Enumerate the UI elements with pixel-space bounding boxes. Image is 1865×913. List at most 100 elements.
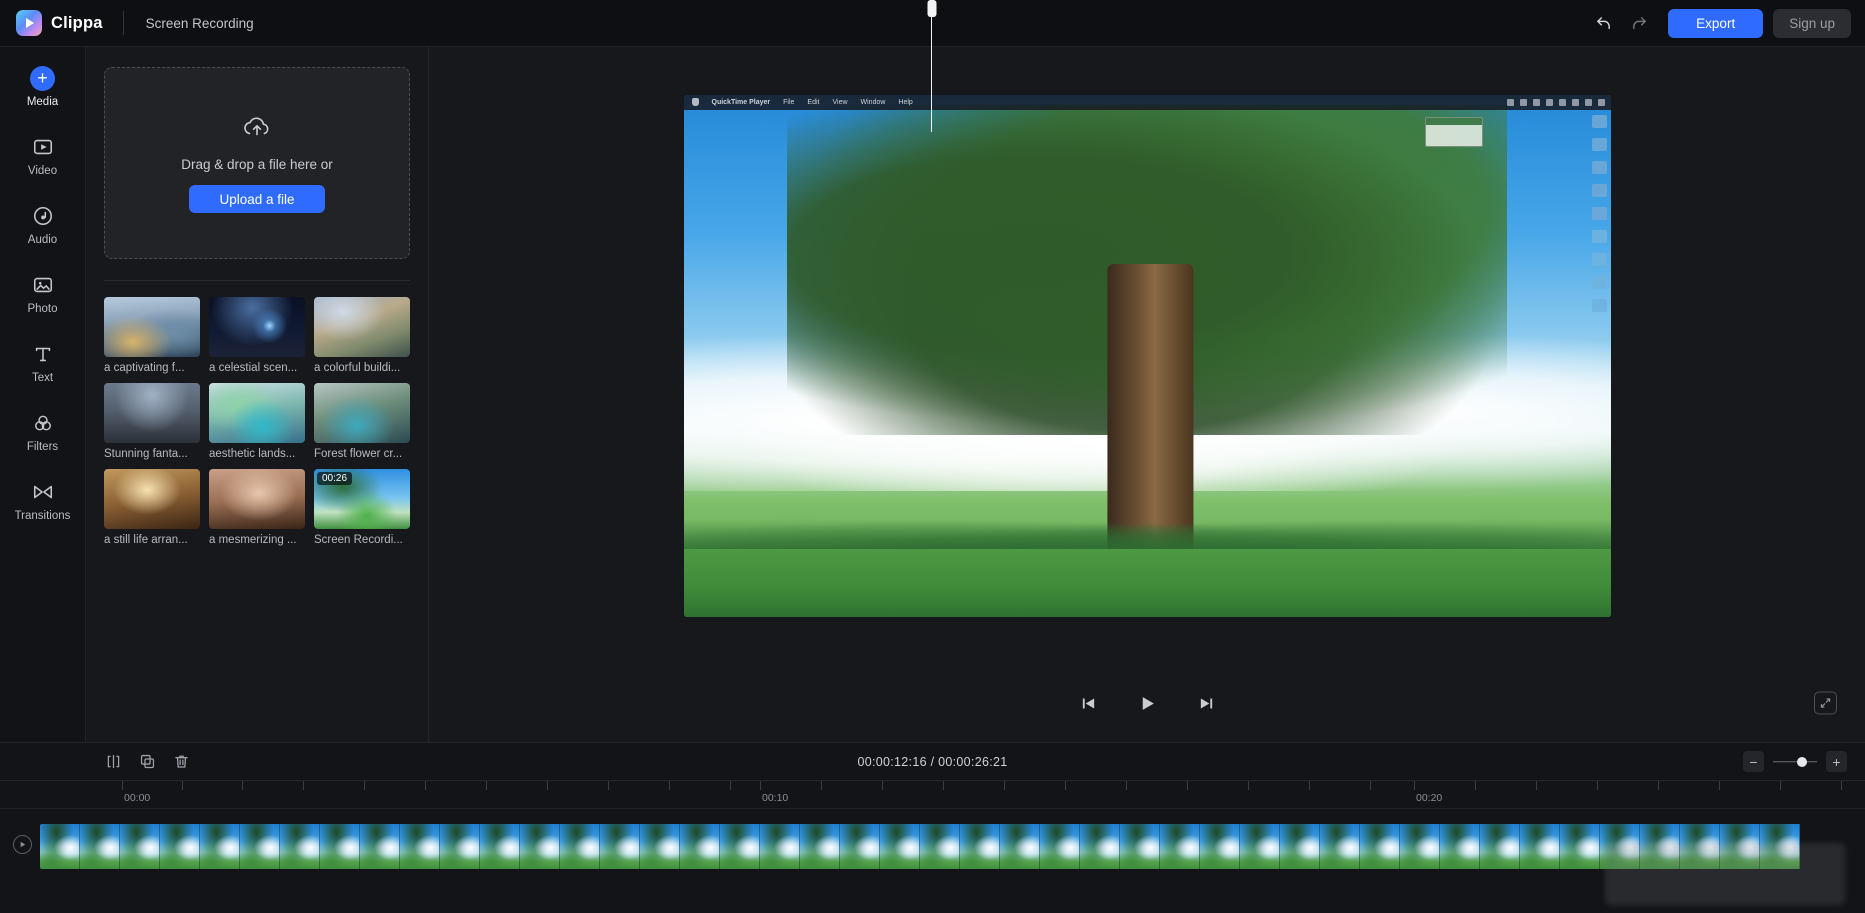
track-visibility-icon[interactable] — [13, 835, 32, 854]
clip-frame — [840, 824, 880, 869]
list-item[interactable]: a still life arran... — [104, 469, 200, 546]
ruler-tick — [1658, 781, 1659, 790]
export-button[interactable]: Export — [1668, 9, 1764, 38]
signup-button[interactable]: Sign up — [1773, 9, 1851, 38]
clip-frame — [600, 824, 640, 869]
ruler-tick — [608, 781, 609, 790]
clip-frame — [240, 824, 280, 869]
thumbnail-image — [104, 297, 200, 357]
clip-frame — [1160, 824, 1200, 869]
zoom-slider-knob[interactable] — [1797, 756, 1808, 767]
clip-frame — [960, 824, 1000, 869]
thumbnail-label: a captivating f... — [104, 362, 185, 374]
redo-arrow-icon[interactable] — [1626, 11, 1652, 37]
clip-frame — [360, 824, 400, 869]
clip-frame — [1480, 824, 1520, 869]
skip-next-icon[interactable] — [1194, 691, 1219, 716]
clip-frame — [280, 824, 320, 869]
sidebar-item-media[interactable]: + Media — [7, 61, 79, 112]
list-item[interactable]: a mesmerizing ... — [209, 469, 305, 546]
list-item[interactable]: Forest flower cr... — [314, 383, 410, 460]
video-preview[interactable]: QuickTime Player File Edit View Window H… — [683, 94, 1611, 617]
ruler-tick — [1719, 781, 1720, 790]
clip-frame — [1200, 824, 1240, 869]
timeline-tools — [0, 753, 190, 770]
ruler-tick — [547, 781, 548, 790]
thumbnail-label: a colorful buildi... — [314, 362, 401, 374]
clip-frame — [1120, 824, 1160, 869]
ruler-tick — [486, 781, 487, 790]
os-status-icons — [1506, 95, 1605, 110]
os-menu-file: File — [783, 98, 795, 106]
list-item[interactable]: Stunning fanta... — [104, 383, 200, 460]
project-title: Screen Recording — [145, 15, 254, 31]
sidebar-item-transitions[interactable]: Transitions — [7, 475, 79, 526]
ruler-label: 00:10 — [762, 792, 789, 804]
split-clip-icon[interactable] — [105, 753, 122, 770]
list-item[interactable]: a celestial scen... — [209, 297, 305, 374]
sidebar-item-filters[interactable]: Filters — [7, 406, 79, 457]
list-item[interactable]: aesthetic lands... — [209, 383, 305, 460]
thumbnail-label: Forest flower cr... — [314, 448, 403, 460]
ruler-tick — [1065, 781, 1066, 790]
sidebar-item-label: Media — [26, 96, 59, 108]
playhead-handle[interactable] — [927, 0, 936, 17]
sidebar-item-label: Video — [27, 165, 58, 177]
zoom-slider[interactable] — [1773, 755, 1817, 769]
thumbnail-label: a celestial scen... — [209, 362, 298, 374]
sidebar-item-photo[interactable]: Photo — [7, 268, 79, 319]
zoom-in-button[interactable]: + — [1826, 751, 1847, 772]
brand[interactable]: Clippa — [0, 10, 103, 36]
ruler-tick — [1475, 781, 1476, 790]
playhead[interactable] — [927, 0, 936, 132]
thumbnail-image — [209, 297, 305, 357]
ruler-tick — [1126, 781, 1127, 790]
trash-icon[interactable] — [173, 753, 190, 770]
duplicate-icon[interactable] — [139, 753, 156, 770]
recorded-popup-window — [1424, 116, 1483, 147]
ruler-tick — [242, 781, 243, 790]
fullscreen-expand-icon[interactable] — [1814, 691, 1837, 715]
clip-frame — [160, 824, 200, 869]
ruler-tick — [1414, 781, 1415, 790]
sidebar-item-label: Photo — [27, 303, 58, 315]
sidebar-item-text[interactable]: Text — [7, 337, 79, 388]
clip-frame — [1360, 824, 1400, 869]
thumbnail-label: a still life arran... — [104, 534, 188, 546]
list-item[interactable]: a captivating f... — [104, 297, 200, 374]
thumbnail-label: Stunning fanta... — [104, 448, 188, 460]
ruler-tick — [1370, 781, 1371, 790]
ruler-tick — [669, 781, 670, 790]
ruler-tick — [760, 781, 761, 790]
duration-badge: 00:26 — [317, 472, 353, 485]
upload-file-button[interactable]: Upload a file — [189, 185, 325, 213]
text-t-icon — [30, 341, 56, 367]
zoom-out-button[interactable]: − — [1743, 751, 1764, 772]
clip-frame — [480, 824, 520, 869]
cloud-upload-icon — [241, 113, 273, 144]
timeline-track-area — [0, 809, 1865, 913]
timeline-clip[interactable] — [40, 824, 1865, 869]
undo-arrow-icon[interactable] — [1590, 11, 1616, 37]
os-menu-edit: Edit — [807, 98, 820, 106]
clip-frame — [680, 824, 720, 869]
ruler-tick — [364, 781, 365, 790]
clip-frame — [120, 824, 160, 869]
play-icon[interactable] — [1134, 690, 1161, 717]
sidebar-item-video[interactable]: Video — [7, 130, 79, 181]
skip-previous-icon[interactable] — [1076, 691, 1101, 716]
clip-frame — [80, 824, 120, 869]
video-icon — [30, 134, 56, 160]
clip-frame — [1320, 824, 1360, 869]
thumbnail-image — [314, 383, 410, 443]
list-item[interactable]: a colorful buildi... — [314, 297, 410, 374]
ruler-label: 00:20 — [1416, 792, 1443, 804]
ruler-tick — [425, 781, 426, 790]
filters-icon — [30, 410, 56, 436]
sidebar-item-audio[interactable]: Audio — [7, 199, 79, 250]
list-item[interactable]: 00:26 Screen Recordi... — [314, 469, 410, 546]
ruler-tick — [882, 781, 883, 790]
timeline-ruler[interactable]: 00:00 00:10 00:20 — [0, 781, 1865, 809]
clip-frame — [760, 824, 800, 869]
upload-dropzone[interactable]: Drag & drop a file here or Upload a file — [104, 67, 410, 259]
